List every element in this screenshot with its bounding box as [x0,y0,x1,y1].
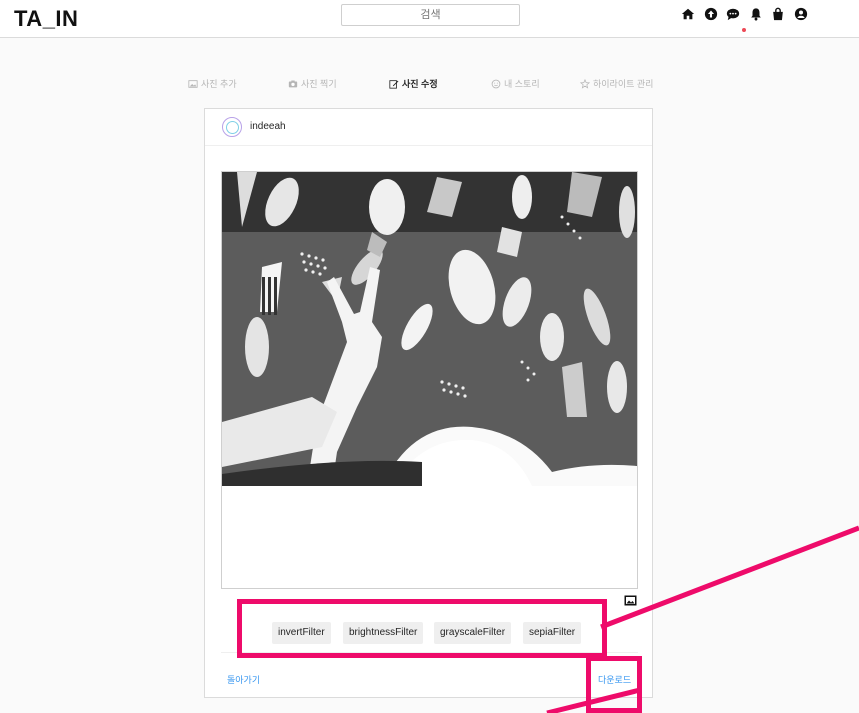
nav-icons [678,4,813,24]
upload-icon[interactable] [701,4,721,24]
avatar[interactable] [222,117,242,137]
edit-icon [389,79,399,89]
tab-take-photo[interactable]: 사진 찍기 [288,77,337,90]
tab-add-photo[interactable]: 사진 추가 [188,77,237,90]
image-icon [188,79,198,88]
username[interactable]: indeeah [250,121,286,132]
app-logo[interactable]: TA_IN [14,6,78,32]
filters-highlight-box [237,599,607,658]
search-input[interactable] [341,4,520,26]
tab-label: 사진 추가 [201,79,237,89]
tab-label: 내 스토리 [504,79,540,89]
tab-my-story[interactable]: 내 스토리 [491,77,540,90]
camera-icon [288,80,298,87]
tab-label: 사진 찍기 [301,79,337,89]
tab-highlight-manage[interactable]: 하이라이트 관리 [580,77,653,90]
image-toggle-icon[interactable] [624,593,637,606]
smile-icon [491,79,501,88]
chat-icon[interactable] [723,4,743,24]
home-icon[interactable] [678,4,698,24]
notification-dot [742,28,746,32]
back-link[interactable]: 돌아가기 [227,673,260,686]
top-navigation-bar: TA_IN [0,0,859,38]
tab-edit-photo[interactable]: 사진 수정 [389,77,438,90]
edited-photo [222,172,637,486]
photo-canvas[interactable] [221,171,638,589]
profile-icon[interactable] [791,4,811,24]
tab-label: 하이라이트 관리 [593,79,654,89]
bell-icon[interactable] [746,4,766,24]
tab-label: 사진 수정 [402,79,438,89]
download-highlight-box [586,656,642,713]
post-header: indeeah [205,109,652,146]
star-icon [580,78,590,89]
bag-icon[interactable] [768,4,788,24]
